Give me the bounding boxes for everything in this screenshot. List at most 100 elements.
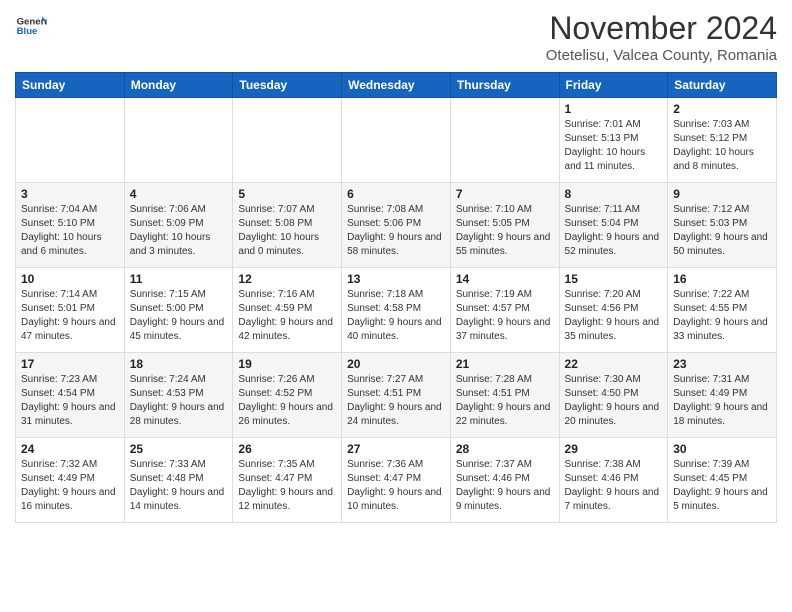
day-number: 12: [238, 272, 336, 286]
day-cell: 16 Sunrise: 7:22 AM Sunset: 4:55 PM Dayli…: [668, 268, 777, 353]
day-cell: 2 Sunrise: 7:03 AM Sunset: 5:12 PM Daylig…: [668, 98, 777, 183]
day-info: Sunrise: 7:32 AM Sunset: 4:49 PM Dayligh…: [21, 458, 119, 514]
day-number: 13: [347, 272, 445, 286]
day-info: Sunrise: 7:31 AM Sunset: 4:49 PM Dayligh…: [673, 373, 771, 429]
day-info: Sunrise: 7:12 AM Sunset: 5:03 PM Dayligh…: [673, 203, 771, 259]
day-cell: 9 Sunrise: 7:12 AM Sunset: 5:03 PM Daylig…: [668, 183, 777, 268]
week-row-2: 3 Sunrise: 7:04 AM Sunset: 5:10 PM Daylig…: [16, 183, 777, 268]
day-number: 16: [673, 272, 771, 286]
day-cell: 22 Sunrise: 7:30 AM Sunset: 4:50 PM Dayli…: [559, 353, 668, 438]
day-info: Sunrise: 7:22 AM Sunset: 4:55 PM Dayligh…: [673, 288, 771, 344]
day-info: Sunrise: 7:01 AM Sunset: 5:13 PM Dayligh…: [565, 118, 663, 174]
day-info: Sunrise: 7:36 AM Sunset: 4:47 PM Dayligh…: [347, 458, 445, 514]
day-cell: 11 Sunrise: 7:15 AM Sunset: 5:00 PM Dayli…: [124, 268, 233, 353]
day-number: 11: [130, 272, 228, 286]
day-cell: 14 Sunrise: 7:19 AM Sunset: 4:57 PM Dayli…: [450, 268, 559, 353]
day-number: 29: [565, 442, 663, 456]
day-number: 2: [673, 102, 771, 116]
day-info: Sunrise: 7:20 AM Sunset: 4:56 PM Dayligh…: [565, 288, 663, 344]
week-row-5: 24Sunrise: 7:32 AM Sunset: 4:49 PM Dayli…: [16, 438, 777, 523]
weekday-header-sunday: Sunday: [16, 73, 125, 98]
day-number: 17: [21, 357, 119, 371]
title-area: November 2024 Otetelisu, Valcea County, …: [546, 10, 777, 64]
day-number: 21: [456, 357, 554, 371]
day-cell: [16, 98, 125, 183]
day-info: Sunrise: 7:06 AM Sunset: 5:09 PM Dayligh…: [130, 203, 228, 259]
day-cell: [233, 98, 342, 183]
day-cell: 13 Sunrise: 7:18 AM Sunset: 4:58 PM Dayli…: [342, 268, 451, 353]
day-cell: 4 Sunrise: 7:06 AM Sunset: 5:09 PM Daylig…: [124, 183, 233, 268]
weekday-header-monday: Monday: [124, 73, 233, 98]
day-info: Sunrise: 7:30 AM Sunset: 4:50 PM Dayligh…: [565, 373, 663, 429]
day-info: Sunrise: 7:23 AM Sunset: 4:54 PM Dayligh…: [21, 373, 119, 429]
day-cell: 15 Sunrise: 7:20 AM Sunset: 4:56 PM Dayli…: [559, 268, 668, 353]
day-cell: 30 Sunrise: 7:39 AM Sunset: 4:45 PM Dayli…: [668, 438, 777, 523]
svg-text:Blue: Blue: [17, 26, 38, 37]
day-info: Sunrise: 7:26 AM Sunset: 4:52 PM Dayligh…: [238, 373, 336, 429]
day-number: 22: [565, 357, 663, 371]
day-number: 1: [565, 102, 663, 116]
weekday-header-saturday: Saturday: [668, 73, 777, 98]
day-info: Sunrise: 7:19 AM Sunset: 4:57 PM Dayligh…: [456, 288, 554, 344]
calendar-table: SundayMondayTuesdayWednesdayThursdayFrid…: [15, 72, 777, 523]
week-row-1: 1 Sunrise: 7:01 AM Sunset: 5:13 PM Daylig…: [16, 98, 777, 183]
day-info: Sunrise: 7:10 AM Sunset: 5:05 PM Dayligh…: [456, 203, 554, 259]
day-info: Sunrise: 7:08 AM Sunset: 5:06 PM Dayligh…: [347, 203, 445, 259]
day-cell: 29 Sunrise: 7:38 AM Sunset: 4:46 PM Dayli…: [559, 438, 668, 523]
day-number: 7: [456, 187, 554, 201]
day-number: 6: [347, 187, 445, 201]
day-info: Sunrise: 7:18 AM Sunset: 4:58 PM Dayligh…: [347, 288, 445, 344]
day-number: 14: [456, 272, 554, 286]
day-info: Sunrise: 7:33 AM Sunset: 4:48 PM Dayligh…: [130, 458, 228, 514]
location-subtitle: Otetelisu, Valcea County, Romania: [546, 47, 777, 64]
day-cell: 17 Sunrise: 7:23 AM Sunset: 4:54 PM Dayli…: [16, 353, 125, 438]
day-cell: 1 Sunrise: 7:01 AM Sunset: 5:13 PM Daylig…: [559, 98, 668, 183]
day-cell: [124, 98, 233, 183]
day-info: Sunrise: 7:15 AM Sunset: 5:00 PM Dayligh…: [130, 288, 228, 344]
weekday-header-wednesday: Wednesday: [342, 73, 451, 98]
logo-icon: General Blue: [15, 10, 47, 42]
day-info: Sunrise: 7:37 AM Sunset: 4:46 PM Dayligh…: [456, 458, 554, 514]
day-cell: 12Sunrise: 7:16 AM Sunset: 4:59 PM Dayli…: [233, 268, 342, 353]
day-info: Sunrise: 7:11 AM Sunset: 5:04 PM Dayligh…: [565, 203, 663, 259]
day-cell: 28 Sunrise: 7:37 AM Sunset: 4:46 PM Dayli…: [450, 438, 559, 523]
day-number: 15: [565, 272, 663, 286]
day-number: 19: [238, 357, 336, 371]
day-info: Sunrise: 7:03 AM Sunset: 5:12 PM Dayligh…: [673, 118, 771, 174]
weekday-header-tuesday: Tuesday: [233, 73, 342, 98]
page-header: General Blue November 2024 Otetelisu, Va…: [15, 10, 777, 64]
day-number: 9: [673, 187, 771, 201]
day-cell: 26 Sunrise: 7:35 AM Sunset: 4:47 PM Dayli…: [233, 438, 342, 523]
day-number: 5: [238, 187, 336, 201]
weekday-header-row: SundayMondayTuesdayWednesdayThursdayFrid…: [16, 73, 777, 98]
weekday-header-thursday: Thursday: [450, 73, 559, 98]
day-number: 8: [565, 187, 663, 201]
day-number: 30: [673, 442, 771, 456]
day-number: 28: [456, 442, 554, 456]
day-number: 10: [21, 272, 119, 286]
day-number: 3: [21, 187, 119, 201]
day-cell: 8 Sunrise: 7:11 AM Sunset: 5:04 PM Daylig…: [559, 183, 668, 268]
day-info: Sunrise: 7:28 AM Sunset: 4:51 PM Dayligh…: [456, 373, 554, 429]
day-cell: 10Sunrise: 7:14 AM Sunset: 5:01 PM Dayli…: [16, 268, 125, 353]
day-cell: 27Sunrise: 7:36 AM Sunset: 4:47 PM Dayli…: [342, 438, 451, 523]
day-cell: 3 Sunrise: 7:04 AM Sunset: 5:10 PM Daylig…: [16, 183, 125, 268]
month-title: November 2024: [546, 10, 777, 47]
day-info: Sunrise: 7:04 AM Sunset: 5:10 PM Dayligh…: [21, 203, 119, 259]
day-cell: [450, 98, 559, 183]
day-info: Sunrise: 7:38 AM Sunset: 4:46 PM Dayligh…: [565, 458, 663, 514]
day-number: 18: [130, 357, 228, 371]
day-cell: 20Sunrise: 7:27 AM Sunset: 4:51 PM Dayli…: [342, 353, 451, 438]
day-info: Sunrise: 7:35 AM Sunset: 4:47 PM Dayligh…: [238, 458, 336, 514]
day-number: 20: [347, 357, 445, 371]
day-cell: 24Sunrise: 7:32 AM Sunset: 4:49 PM Dayli…: [16, 438, 125, 523]
day-info: Sunrise: 7:07 AM Sunset: 5:08 PM Dayligh…: [238, 203, 336, 259]
day-number: 23: [673, 357, 771, 371]
day-number: 26: [238, 442, 336, 456]
weekday-header-friday: Friday: [559, 73, 668, 98]
day-cell: 23 Sunrise: 7:31 AM Sunset: 4:49 PM Dayli…: [668, 353, 777, 438]
day-info: Sunrise: 7:24 AM Sunset: 4:53 PM Dayligh…: [130, 373, 228, 429]
day-number: 4: [130, 187, 228, 201]
day-info: Sunrise: 7:39 AM Sunset: 4:45 PM Dayligh…: [673, 458, 771, 514]
day-cell: [342, 98, 451, 183]
